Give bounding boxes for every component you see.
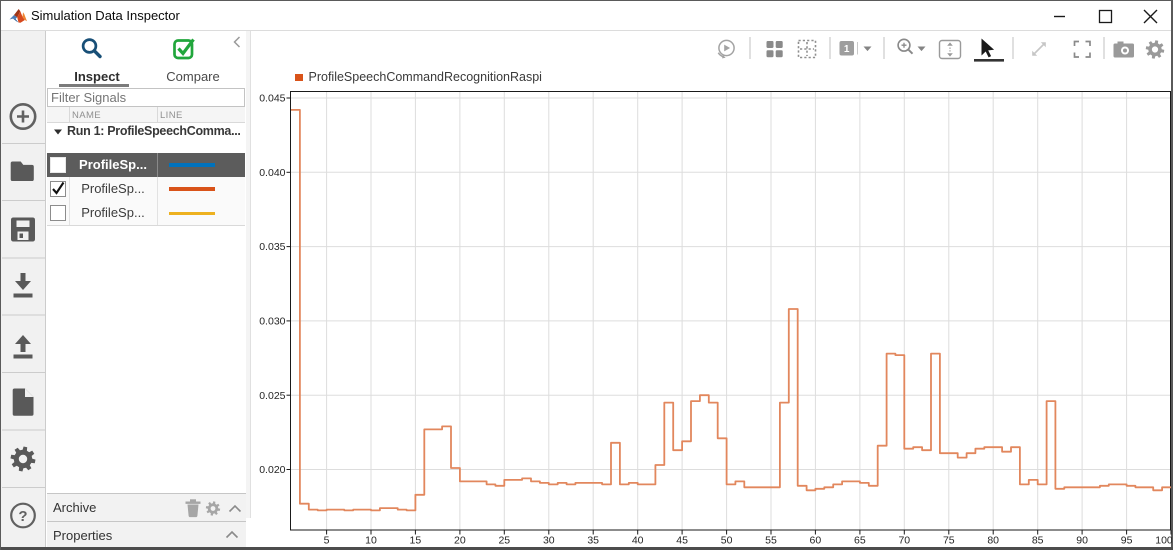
svg-text:15: 15 (410, 534, 422, 546)
svg-text:25: 25 (498, 534, 510, 546)
svg-text:10: 10 (365, 534, 377, 546)
svg-text:35: 35 (587, 534, 599, 546)
svg-text:95: 95 (1121, 534, 1133, 546)
svg-text:75: 75 (943, 534, 955, 546)
svg-text:0.030: 0.030 (259, 316, 285, 328)
svg-text:0.020: 0.020 (259, 464, 285, 476)
svg-text:45: 45 (676, 534, 688, 546)
svg-text:0.035: 0.035 (259, 241, 285, 253)
svg-text:1: 1 (844, 44, 850, 55)
svg-text:80: 80 (987, 534, 999, 546)
svg-text:70: 70 (898, 534, 910, 546)
svg-text:85: 85 (1032, 534, 1044, 546)
svg-text:20: 20 (454, 534, 466, 546)
svg-text:5: 5 (324, 534, 330, 546)
svg-text:90: 90 (1076, 534, 1088, 546)
svg-text:0.025: 0.025 (259, 390, 285, 402)
svg-text:30: 30 (543, 534, 555, 546)
svg-text:65: 65 (854, 534, 866, 546)
svg-text:?: ? (18, 508, 27, 525)
svg-text:55: 55 (765, 534, 777, 546)
svg-text:50: 50 (721, 534, 733, 546)
svg-text:0.045: 0.045 (259, 93, 285, 105)
svg-text:40: 40 (632, 534, 644, 546)
svg-text:60: 60 (810, 534, 822, 546)
svg-text:0.040: 0.040 (259, 167, 285, 179)
svg-text:100: 100 (1155, 534, 1172, 546)
